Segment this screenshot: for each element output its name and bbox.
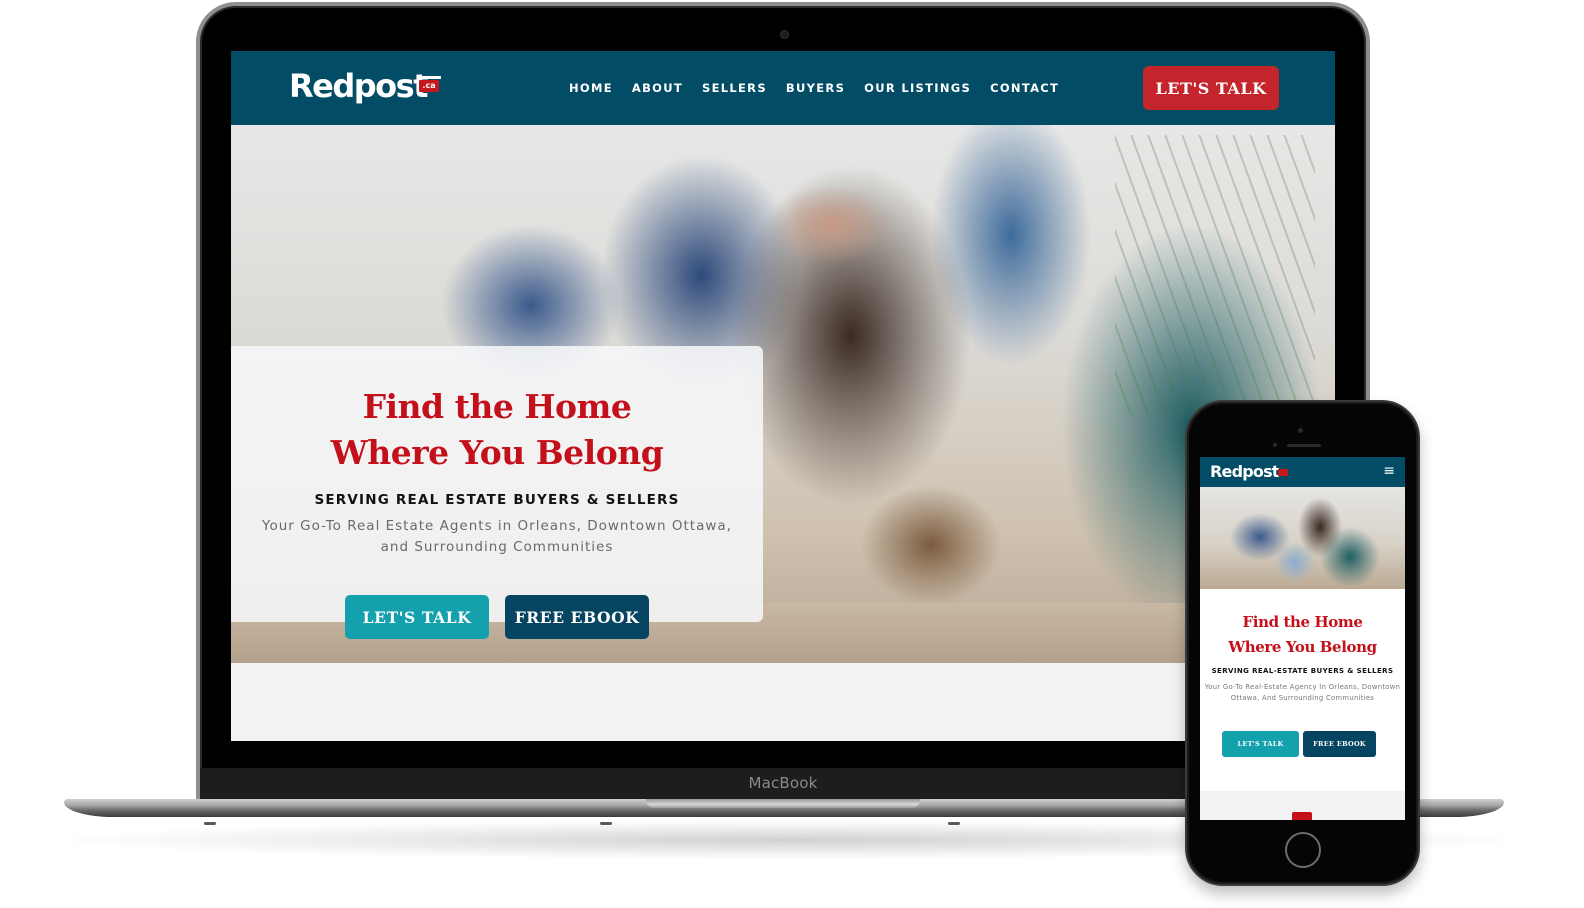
mobile-logo-text: Redpost bbox=[1210, 462, 1279, 481]
hero-section: Find the Home Where You Belong SERVING R… bbox=[231, 125, 1335, 663]
nav-our-listings[interactable]: OUR LISTINGS bbox=[864, 81, 971, 95]
hero-subtitle: SERVING REAL ESTATE BUYERS & SELLERS bbox=[314, 492, 680, 508]
hero-title-line1: Find the Home bbox=[362, 387, 632, 426]
phone-sensor bbox=[1273, 443, 1277, 447]
nav-about[interactable]: ABOUT bbox=[632, 81, 683, 95]
mobile-screen: Redpost ≡ Find the Home Where You Belong… bbox=[1200, 457, 1405, 820]
phone-speaker bbox=[1287, 444, 1321, 447]
laptop-camera bbox=[780, 30, 789, 39]
laptop-hinge-notch bbox=[646, 799, 920, 808]
laptop-foot bbox=[600, 822, 612, 825]
nav-home[interactable]: HOME bbox=[569, 81, 613, 95]
hero-free-ebook-button[interactable]: FREE EBOOK bbox=[505, 595, 649, 639]
desktop-logo[interactable]: Redpost .ca bbox=[289, 67, 441, 105]
desktop-screen: Redpost .ca HOME ABOUT SELLERS BUYERS OU… bbox=[231, 51, 1335, 741]
logo-text: Redpost bbox=[289, 67, 428, 105]
mobile-logo[interactable]: Redpost bbox=[1210, 462, 1279, 481]
mobile-lets-talk-button[interactable]: LET'S TALK bbox=[1222, 731, 1299, 757]
hero-title-line2: Where You Belong bbox=[330, 433, 664, 472]
below-hero-section bbox=[231, 663, 1335, 741]
mobile-navbar: Redpost ≡ bbox=[1200, 457, 1405, 487]
mobile-hero-title-line2: Where You Belong bbox=[1228, 638, 1377, 656]
mobile-hero-title: Find the Home Where You Belong bbox=[1200, 610, 1405, 660]
phone-home-button[interactable] bbox=[1285, 832, 1321, 868]
briefcase-icon bbox=[1292, 812, 1312, 820]
hero-title: Find the Home Where You Belong bbox=[231, 384, 763, 476]
mobile-hero-photo bbox=[1200, 487, 1405, 589]
mobile-hero-title-line1: Find the Home bbox=[1242, 613, 1363, 631]
phone-camera bbox=[1298, 428, 1303, 433]
laptop-foot bbox=[204, 822, 216, 825]
hero-lets-talk-button[interactable]: LET'S TALK bbox=[345, 595, 489, 639]
mobile-hero-subtitle: SERVING REAL-ESTATE BUYERS & SELLERS bbox=[1211, 667, 1394, 675]
mobile-logo-tld-tag bbox=[1278, 469, 1288, 476]
logo-tld-tag: .ca bbox=[419, 80, 439, 92]
hero-description: Your Go-To Real Estate Agents in Orleans… bbox=[262, 518, 732, 555]
desktop-navbar: Redpost .ca HOME ABOUT SELLERS BUYERS OU… bbox=[231, 51, 1335, 125]
hero-photo-plant bbox=[1115, 135, 1315, 415]
nav-buyers[interactable]: BUYERS bbox=[786, 81, 845, 95]
mobile-free-ebook-button[interactable]: FREE EBOOK bbox=[1303, 731, 1376, 757]
mobile-hero-description: Your Go-To Real-Estate Agency In Orleans… bbox=[1204, 683, 1401, 702]
logo-sign-arm-icon bbox=[417, 76, 441, 79]
nav-lets-talk-button[interactable]: LET'S TALK bbox=[1143, 66, 1279, 110]
desktop-nav-links: HOME ABOUT SELLERS BUYERS OUR LISTINGS C… bbox=[569, 81, 1059, 95]
hero-card: Find the Home Where You Belong SERVING R… bbox=[231, 346, 763, 622]
nav-sellers[interactable]: SELLERS bbox=[702, 81, 767, 95]
hamburger-menu-icon[interactable]: ≡ bbox=[1383, 463, 1395, 479]
nav-contact[interactable]: CONTACT bbox=[990, 81, 1059, 95]
laptop-foot bbox=[948, 822, 960, 825]
